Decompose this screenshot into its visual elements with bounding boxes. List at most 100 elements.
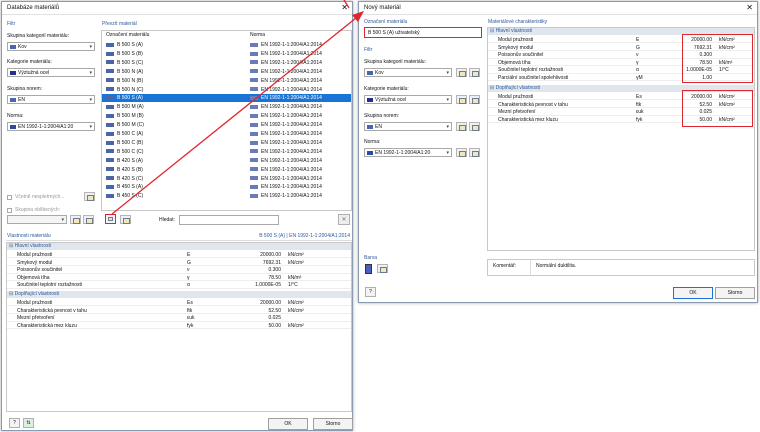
property-val[interactable]: 20000.00 bbox=[260, 252, 281, 258]
material-name-input[interactable]: B 500 S (A) uživatelský bbox=[364, 27, 482, 38]
ok-button[interactable]: OK bbox=[673, 287, 713, 299]
material-norm: EN 1992-1-1:2004/A1:2014 bbox=[261, 184, 322, 191]
material-row[interactable]: B 500 S (A) EN 1992-1-1:2004/A1:2014 bbox=[102, 94, 351, 103]
cancel-button[interactable]: Storno bbox=[715, 287, 755, 299]
cancel-button[interactable]: Storno bbox=[313, 418, 353, 430]
create-new-material-button[interactable] bbox=[105, 214, 116, 224]
ok-button[interactable]: OK bbox=[268, 418, 308, 430]
property-val[interactable]: 0.025 bbox=[268, 315, 281, 321]
category-group-dropdown[interactable]: Kov ▾ bbox=[364, 68, 452, 77]
edit-color-icon[interactable] bbox=[377, 264, 388, 273]
material-row[interactable]: B 420 S (B) EN 1992-1-1:2004/A1:2014 bbox=[102, 166, 351, 174]
help-icon[interactable]: ? bbox=[9, 418, 20, 428]
edit-icon[interactable] bbox=[469, 95, 480, 104]
property-name: Smykový modul bbox=[17, 259, 53, 266]
close-icon[interactable]: ✕ bbox=[341, 3, 348, 13]
edit-icon[interactable] bbox=[469, 148, 480, 157]
property-name: Mezní přetvoření bbox=[498, 109, 536, 116]
export-icon[interactable]: ⇅ bbox=[23, 418, 34, 428]
property-name: Smykový modul bbox=[498, 44, 534, 51]
help-icon[interactable]: ? bbox=[365, 287, 376, 297]
material-row[interactable]: B 500 N (B) EN 1992-1-1:2004/A1:2014 bbox=[102, 77, 351, 85]
main-props-header: ⊟ Hlavní vlastnosti bbox=[7, 243, 351, 250]
new-icon[interactable] bbox=[456, 68, 467, 77]
property-val[interactable]: 7692.31 bbox=[263, 260, 281, 266]
new-icon[interactable] bbox=[456, 95, 467, 104]
property-val[interactable]: 20000.00 bbox=[260, 300, 281, 306]
delete-material-icon[interactable] bbox=[120, 215, 131, 224]
material-norm: EN 1992-1-1:2004/A1:2014 bbox=[261, 175, 322, 182]
material-row[interactable]: B 500 M (A) EN 1992-1-1:2004/A1:2014 bbox=[102, 103, 351, 111]
material-row[interactable]: B 420 S (A) EN 1992-1-1:2004/A1:2014 bbox=[102, 157, 351, 165]
flag-icon bbox=[250, 60, 258, 65]
materials-list: Označení materiálu Norma B 500 S (A) EN 1… bbox=[101, 30, 352, 211]
favorites-checkbox[interactable] bbox=[7, 208, 12, 213]
norm-group-dropdown[interactable]: EN ▾ bbox=[364, 122, 452, 131]
material-norm: EN 1992-1-1:2004/A1:2014 bbox=[261, 95, 322, 102]
material-row[interactable]: B 500 S (B) EN 1992-1-1:2004/A1:2014 bbox=[102, 50, 351, 58]
flag-icon bbox=[250, 185, 258, 190]
material-row[interactable]: B 500 C (C) EN 1992-1-1:2004/A1:2014 bbox=[102, 148, 351, 156]
material-name: B 500 C (B) bbox=[117, 139, 144, 146]
favorites-dropdown[interactable]: ▾ bbox=[7, 215, 67, 224]
material-row[interactable]: B 500 C (A) EN 1992-1-1:2004/A1:2014 bbox=[102, 130, 351, 138]
material-name: B 500 S (A) bbox=[117, 42, 143, 48]
search-input[interactable] bbox=[179, 215, 279, 225]
property-val[interactable]: 1.0000E-05 bbox=[255, 282, 281, 288]
material-row[interactable]: B 450 S (C) EN 1992-1-1:2004/A1:2014 bbox=[102, 192, 351, 200]
material-row[interactable]: B 500 M (B) EN 1992-1-1:2004/A1:2014 bbox=[102, 112, 351, 120]
chevron-down-icon: ▾ bbox=[446, 124, 449, 130]
property-sym: Es bbox=[187, 300, 193, 306]
norm-group-dropdown[interactable]: EN ▾ bbox=[7, 95, 95, 104]
norm-group-label: Skupina norem: bbox=[7, 86, 43, 92]
edit-icon[interactable] bbox=[469, 68, 480, 77]
norm-dropdown[interactable]: EN 1992-1-1:2004/A1:20 ▾ bbox=[364, 148, 452, 157]
close-icon[interactable]: ✕ bbox=[746, 3, 753, 13]
category-dropdown[interactable]: Výztužná ocel ▾ bbox=[7, 68, 95, 77]
material-row[interactable]: B 450 S (A) EN 1992-1-1:2004/A1:2014 bbox=[102, 183, 351, 191]
norm-dropdown[interactable]: EN 1992-1-1:2004/A1:20 ▾ bbox=[7, 122, 95, 131]
property-name: Součinitel teplotní roztažnosti bbox=[498, 67, 564, 74]
comment-box[interactable]: Komentář: Normální duktilita. bbox=[487, 259, 755, 276]
properties-subtitle: B 500 S (A) | EN 1992-1-1:2004/A1:2014 bbox=[259, 233, 350, 239]
property-sym: G bbox=[636, 44, 640, 51]
edit-icon[interactable] bbox=[469, 122, 480, 131]
flag-icon bbox=[250, 87, 258, 92]
property-row: Mezní přetvoření εuk 0.025 bbox=[7, 314, 351, 322]
category-dropdown[interactable]: Výztužná ocel ▾ bbox=[364, 95, 452, 104]
db-window-title: Databáze materiálů bbox=[7, 5, 60, 11]
material-row[interactable]: B 500 C (B) EN 1992-1-1:2004/A1:2014 bbox=[102, 139, 351, 147]
new-icon[interactable] bbox=[456, 122, 467, 131]
new-icon[interactable] bbox=[456, 148, 467, 157]
category-label: Kategorie materiálu: bbox=[364, 86, 409, 92]
property-val[interactable]: 52.50 bbox=[268, 308, 281, 314]
material-row[interactable]: B 500 N (A) EN 1992-1-1:2004/A1:2014 bbox=[102, 68, 351, 76]
norm-label: Norma: bbox=[364, 139, 381, 145]
material-row[interactable]: B 500 S (C) EN 1992-1-1:2004/A1:2014 bbox=[102, 59, 351, 67]
material-row[interactable]: B 500 S (A) EN 1992-1-1:2004/A1:2014 bbox=[102, 41, 351, 49]
edit-icon[interactable] bbox=[84, 192, 95, 201]
material-name: B 450 S (C) bbox=[117, 193, 144, 200]
unreliable-checkbox[interactable] bbox=[7, 195, 12, 200]
materials-group-title: Převzít materiál bbox=[102, 21, 137, 27]
property-val[interactable]: 50.00 bbox=[268, 323, 281, 329]
material-row[interactable]: B 500 M (C) EN 1992-1-1:2004/A1:2014 bbox=[102, 121, 351, 129]
main-values-highlight bbox=[682, 34, 753, 83]
clear-search-icon[interactable]: ✕ bbox=[338, 214, 350, 225]
chevron-down-icon: ▾ bbox=[89, 44, 92, 50]
material-row[interactable]: B 420 S (C) EN 1992-1-1:2004/A1:2014 bbox=[102, 175, 351, 183]
property-val[interactable]: 78.50 bbox=[268, 275, 281, 281]
category-group-dropdown[interactable]: Kov ▾ bbox=[7, 42, 95, 51]
material-row[interactable]: B 500 N (C) EN 1992-1-1:2004/A1:2014 bbox=[102, 86, 351, 94]
edit-favorite-icon[interactable] bbox=[83, 215, 94, 224]
material-icon bbox=[106, 96, 114, 101]
new-favorite-icon[interactable] bbox=[70, 215, 81, 224]
material-name: B 500 S (B) bbox=[117, 50, 143, 57]
property-val[interactable]: 0.300 bbox=[268, 267, 281, 273]
material-norm: EN 1992-1-1:2004/A1:2014 bbox=[261, 139, 322, 146]
material-norm: EN 1992-1-1:2004/A1:2014 bbox=[261, 113, 322, 120]
property-name: Poissonův součinitel bbox=[498, 52, 544, 59]
material-name: B 500 M (C) bbox=[117, 122, 144, 129]
material-name: B 500 N (C) bbox=[117, 86, 144, 93]
property-sym: γM bbox=[636, 75, 643, 81]
